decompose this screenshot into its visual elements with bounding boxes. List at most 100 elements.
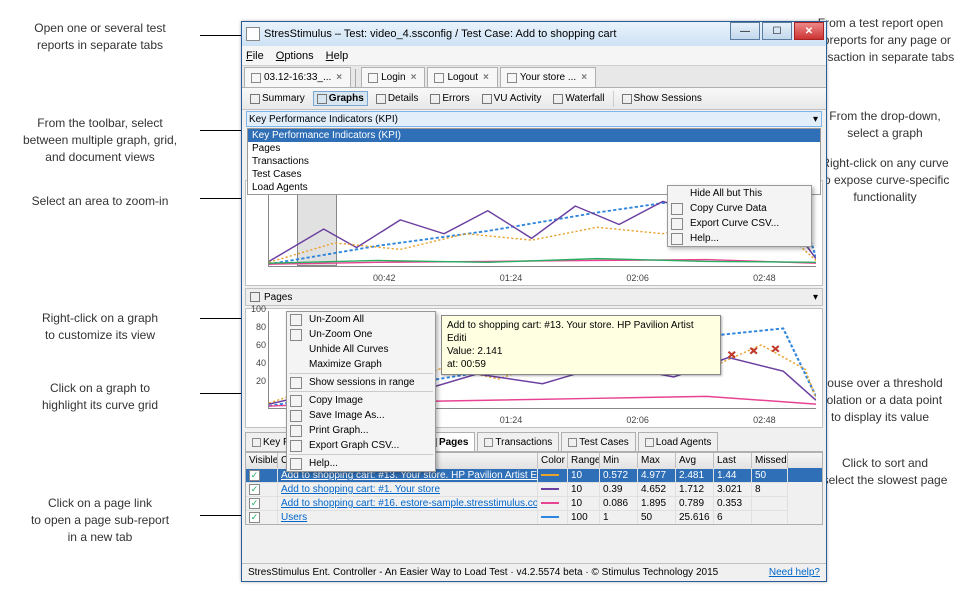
- menu-help[interactable]: Help...: [668, 231, 811, 246]
- pages-section-header[interactable]: Pages: [245, 288, 823, 306]
- dropdown-option[interactable]: Pages: [248, 142, 820, 155]
- x-tick: 01:24: [500, 273, 523, 283]
- trans-icon: [484, 438, 493, 447]
- checkbox-icon[interactable]: ✓: [249, 470, 260, 481]
- col-max[interactable]: Max: [638, 453, 676, 468]
- tab-transactions[interactable]: Transactions: [477, 432, 559, 451]
- y-tick: 60: [256, 340, 266, 350]
- tab-loadagents[interactable]: Load Agents: [638, 432, 719, 451]
- summary-button[interactable]: Summary: [246, 91, 309, 106]
- menu-save-image[interactable]: Save Image As...: [287, 408, 435, 423]
- copy-icon: [290, 395, 302, 407]
- vu-activity-button[interactable]: VU Activity: [478, 91, 546, 106]
- tc-icon: [568, 438, 577, 447]
- waterfall-button[interactable]: Waterfall: [549, 91, 608, 106]
- menu-show-sessions-range[interactable]: Show sessions in range: [287, 375, 435, 390]
- page-link[interactable]: Users: [281, 512, 307, 523]
- app-window: StresStimulus – Test: video_4.ssconfig /…: [241, 21, 827, 582]
- need-help-link[interactable]: Need help?: [769, 567, 820, 578]
- dropdown-option[interactable]: Key Performance Indicators (KPI): [248, 129, 820, 142]
- menu-hide-all-but-this[interactable]: Hide All but This: [668, 186, 811, 201]
- col-range[interactable]: Range: [568, 453, 600, 468]
- table-row[interactable]: ✓Add to shopping cart: #1. Your store100…: [246, 482, 822, 496]
- la-icon: [645, 438, 654, 447]
- checkbox-icon[interactable]: ✓: [249, 484, 260, 495]
- cell-avg: 25.616: [676, 510, 714, 524]
- menu-help[interactable]: Help: [326, 50, 349, 62]
- cell-last: 3.021: [714, 482, 752, 496]
- col-min[interactable]: Min: [600, 453, 638, 468]
- close-icon[interactable]: ×: [481, 72, 491, 83]
- details-button[interactable]: Details: [372, 91, 423, 106]
- section-label: Pages: [264, 292, 292, 303]
- x-tick: 00:42: [373, 273, 396, 283]
- menu-print-graph[interactable]: Print Graph...: [287, 423, 435, 438]
- minimize-button[interactable]: —: [730, 22, 760, 40]
- menu-copy-image[interactable]: Copy Image: [287, 393, 435, 408]
- page-icon: [434, 73, 444, 83]
- menu-maximize-graph[interactable]: Maximize Graph: [287, 357, 435, 372]
- checkbox-icon[interactable]: ✓: [249, 498, 260, 509]
- cell-visible[interactable]: ✓: [246, 468, 278, 482]
- close-icon[interactable]: ×: [409, 72, 419, 83]
- cell-curve: Users: [278, 510, 538, 524]
- y-tick: 20: [256, 376, 266, 386]
- report-icon: [251, 73, 261, 83]
- table-row[interactable]: ✓Users10015025.6166: [246, 510, 822, 524]
- close-button[interactable]: ✕: [794, 22, 824, 40]
- graphs-button[interactable]: Graphs: [313, 91, 368, 106]
- col-visible[interactable]: Visible: [246, 453, 278, 468]
- page-link[interactable]: Add to shopping cart: #16. estore-sample…: [281, 498, 538, 509]
- tab-testcases[interactable]: Test Cases: [561, 432, 635, 451]
- cell-range: 10: [568, 468, 600, 482]
- annotation: Click to sort andselect the slowest page: [805, 455, 965, 489]
- menu-options[interactable]: Options: [276, 50, 314, 62]
- checkbox-icon[interactable]: ✓: [249, 512, 260, 523]
- menu-unhide-curves[interactable]: Unhide All Curves: [287, 342, 435, 357]
- menu-help[interactable]: Help...: [287, 456, 435, 471]
- close-icon[interactable]: ×: [579, 72, 589, 83]
- tab-logout[interactable]: Logout×: [427, 67, 497, 87]
- col-last[interactable]: Last: [714, 453, 752, 468]
- tab-label: Your store ...: [520, 72, 576, 83]
- tab-login[interactable]: Login×: [361, 67, 425, 87]
- errors-button[interactable]: Errors: [426, 91, 473, 106]
- menu-export-curve-csv[interactable]: Export Curve CSV...: [668, 216, 811, 231]
- menu-export-graph-csv[interactable]: Export Graph CSV...: [287, 438, 435, 453]
- dropdown-option[interactable]: Test Cases: [248, 168, 820, 181]
- curve-context-menu: Hide All but This Copy Curve Data Export…: [667, 185, 812, 247]
- col-avg[interactable]: Avg: [676, 453, 714, 468]
- tab-report[interactable]: 03.12-16:33_...×: [244, 67, 351, 87]
- show-sessions-button[interactable]: Show Sessions: [618, 91, 706, 106]
- annotation: Click on a graph tohighlight its curve g…: [0, 380, 200, 414]
- menu-copy-curve-data[interactable]: Copy Curve Data: [668, 201, 811, 216]
- dropdown-option[interactable]: Transactions: [248, 155, 820, 168]
- menu-file[interactable]: File: [246, 50, 264, 62]
- col-missed[interactable]: Missed Goals: [752, 453, 788, 468]
- x-tick: 02:06: [626, 415, 649, 425]
- close-icon[interactable]: ×: [334, 72, 344, 83]
- cell-range: 100: [568, 510, 600, 524]
- col-color[interactable]: Color: [538, 453, 568, 468]
- view-toolbar: Summary Graphs Details Errors VU Activit…: [242, 88, 826, 110]
- annotation: Click on a page linkto open a page sub-r…: [0, 495, 200, 545]
- cell-avg: 0.789: [676, 496, 714, 510]
- tab-yourstore[interactable]: Your store ...×: [500, 67, 596, 87]
- page-link[interactable]: Add to shopping cart: #1. Your store: [281, 484, 440, 495]
- table-row[interactable]: ✓ Add to shopping cart: #16. estore-sampl…: [246, 496, 822, 510]
- maximize-button[interactable]: ☐: [762, 22, 792, 40]
- graph-selector-dropdown[interactable]: Key Performance Indicators (KPI) Key Per…: [246, 111, 822, 127]
- graphs-icon: [317, 94, 327, 104]
- cell-last: 1.44: [714, 468, 752, 482]
- page-icon: [368, 73, 378, 83]
- cell-curve: Add to shopping cart: #1. Your store: [278, 482, 538, 496]
- menu-unzoom-one[interactable]: Un-Zoom One: [287, 327, 435, 342]
- cell-visible[interactable]: ✓: [246, 510, 278, 524]
- datapoint-tooltip: Add to shopping cart: #13. Your store. H…: [441, 315, 721, 375]
- menu-unzoom-all[interactable]: Un-Zoom All: [287, 312, 435, 327]
- pages-chart[interactable]: 20 40 60 80 100 00:42 01:24 02:0: [245, 308, 823, 428]
- cell-max: 4.977: [638, 468, 676, 482]
- cell-visible[interactable]: ✓: [246, 482, 278, 496]
- cell-visible[interactable]: ✓: [246, 496, 278, 510]
- kpi-chart[interactable]: 00:42 01:24 02:06 02:48 Hide All but Thi…: [245, 180, 823, 286]
